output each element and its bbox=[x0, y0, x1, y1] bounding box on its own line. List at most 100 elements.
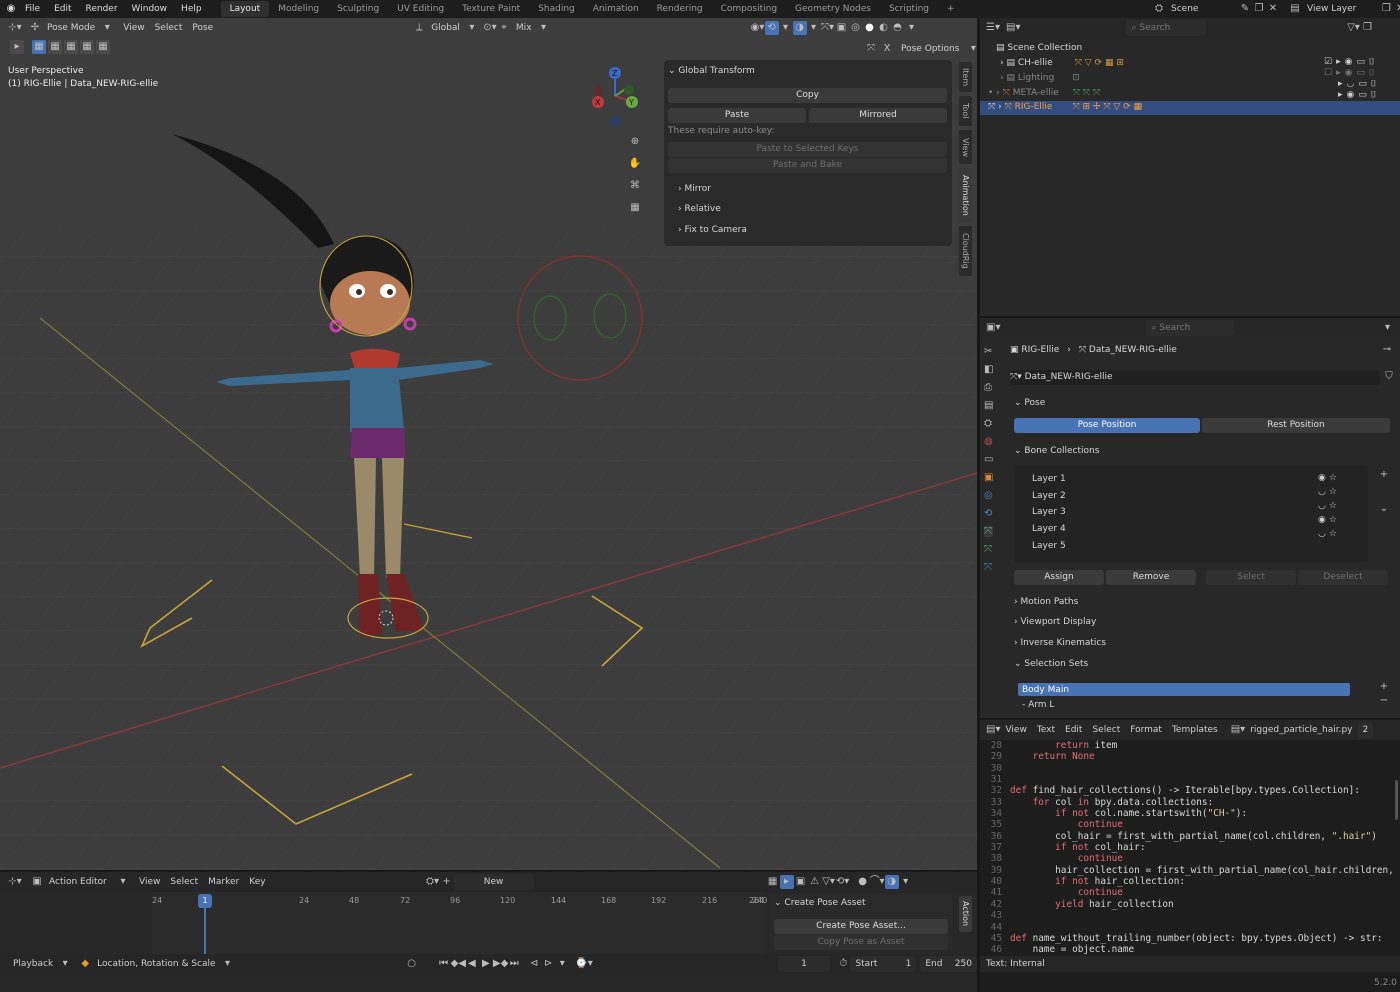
editor-mode-selector[interactable]: Action Editor bbox=[44, 874, 116, 890]
tab-layout[interactable]: Layout bbox=[220, 1, 270, 17]
fix-to-camera-subpanel[interactable]: › Fix to Camera bbox=[678, 225, 747, 235]
snap-target-selector[interactable]: Mix bbox=[511, 20, 537, 36]
chevron-down-icon[interactable]: ▾ bbox=[555, 957, 569, 971]
menu-help[interactable]: Help bbox=[174, 0, 209, 18]
filter-icon[interactable]: ▽▾ bbox=[1346, 21, 1360, 35]
viewport-menu-pose[interactable]: Pose bbox=[187, 20, 218, 36]
next-marker-icon[interactable]: ⊳ bbox=[541, 957, 555, 971]
display-mode-icon[interactable]: ▤▾ bbox=[1006, 21, 1020, 35]
tool-tab-icon[interactable]: ✂ bbox=[984, 346, 993, 357]
text-menu-format[interactable]: Format bbox=[1125, 722, 1167, 738]
new-collection-icon[interactable]: ❐ bbox=[1360, 21, 1374, 35]
view-layer-tab-icon[interactable]: ▤ bbox=[984, 400, 993, 411]
prev-keyframe-icon[interactable]: ◆◀ bbox=[451, 957, 466, 971]
tab-geometry-nodes[interactable]: Geometry Nodes bbox=[786, 1, 880, 17]
transform-orientation-selector[interactable]: Global bbox=[426, 20, 465, 36]
x-axis-mirror-button[interactable]: X bbox=[880, 42, 894, 56]
wireframe-shading-icon[interactable]: ◎ bbox=[849, 21, 863, 35]
data-block-name[interactable]: Data_NEW-RIG-ellie bbox=[1025, 372, 1113, 382]
select-extend-icon[interactable]: ▦ bbox=[48, 40, 62, 54]
timeline-menu-view[interactable]: View bbox=[134, 874, 165, 890]
mirror-toggle-icon[interactable]: ⤧ bbox=[864, 42, 878, 56]
camera-view-icon[interactable]: ⌘ bbox=[628, 179, 642, 193]
select-tool-icon[interactable]: ▸ bbox=[10, 40, 24, 54]
eye-icon[interactable]: ◉ bbox=[1318, 473, 1326, 483]
solid-shading-icon[interactable]: ● bbox=[863, 21, 877, 35]
pose-options-dropdown[interactable]: Pose Options bbox=[896, 41, 964, 57]
ortho-grid-icon[interactable]: ▦ bbox=[628, 201, 642, 215]
constraints-tab-icon[interactable]: ⟲ bbox=[984, 508, 993, 519]
end-frame-field[interactable]: End 250 bbox=[920, 956, 977, 972]
pose-panel-header[interactable]: ⌄ Pose bbox=[1014, 398, 1045, 408]
add-selection-set-icon[interactable]: + bbox=[1377, 680, 1391, 694]
mode-selector[interactable]: Pose Mode bbox=[42, 20, 100, 36]
fake-user-shield-icon[interactable]: ⛉ bbox=[1382, 370, 1396, 384]
code-line[interactable]: 31 bbox=[982, 774, 1398, 785]
new-scene-icon[interactable]: ❐ bbox=[1252, 2, 1266, 16]
scene-tab-icon[interactable]: ⛭ bbox=[984, 418, 993, 429]
play-reverse-icon[interactable]: ◀ bbox=[465, 957, 479, 971]
code-line[interactable]: 32 def find_hair_collections() -> Iterabl… bbox=[982, 785, 1398, 796]
viewport-menu-view[interactable]: View bbox=[118, 20, 149, 36]
star-icon[interactable]: ☆ bbox=[1329, 529, 1337, 539]
monitor-icon[interactable]: ▭ bbox=[1358, 90, 1367, 100]
camera-icon[interactable]: ⌷ bbox=[1369, 68, 1374, 78]
tab-shading[interactable]: Shading bbox=[529, 1, 584, 17]
action-browse-icon[interactable]: ⛭▾ bbox=[426, 875, 440, 889]
select-cursor-icon[interactable]: ▸ bbox=[779, 875, 794, 889]
bone-overlay-icon[interactable]: ⤧▾ bbox=[821, 21, 835, 35]
filter-icon[interactable]: ▽▾ bbox=[822, 875, 836, 889]
text-menu-view[interactable]: View bbox=[1000, 722, 1031, 738]
physics-tab-icon[interactable]: ◎ bbox=[984, 490, 993, 501]
playback-dropdown[interactable]: Playback bbox=[8, 956, 58, 972]
camera-icon[interactable]: ⌷ bbox=[1371, 90, 1376, 100]
tab-item[interactable]: Item bbox=[959, 62, 972, 92]
material-shading-icon[interactable]: ◐ bbox=[877, 21, 891, 35]
text-menu-text[interactable]: Text bbox=[1032, 722, 1060, 738]
code-line[interactable]: 28 return item bbox=[982, 740, 1398, 751]
tab-compositing[interactable]: Compositing bbox=[712, 1, 786, 17]
current-frame-field[interactable]: 1 bbox=[777, 956, 831, 972]
star-icon[interactable]: ☆ bbox=[1329, 501, 1337, 511]
jump-end-icon[interactable]: ⏭ bbox=[507, 957, 521, 971]
select-icon[interactable]: ▸ bbox=[1338, 79, 1343, 89]
collection-tab-icon[interactable]: ▭ bbox=[984, 454, 993, 465]
monitor-icon[interactable]: ▭ bbox=[1358, 79, 1367, 89]
bone-constraint-tab-icon[interactable]: ⤧ bbox=[984, 562, 993, 573]
warning-icon[interactable]: ⚠ bbox=[808, 875, 822, 889]
sync-icon[interactable]: ⟲▾ bbox=[836, 875, 850, 889]
camera-icon[interactable]: ⌷ bbox=[1371, 79, 1376, 89]
selection-set-row-2[interactable]: - Arm L bbox=[1022, 700, 1054, 710]
code-area[interactable]: 28 return item 29 return None 30 31 32 def fi… bbox=[982, 740, 1398, 956]
viewport-menu-select[interactable]: Select bbox=[150, 20, 188, 36]
select-invert-icon[interactable]: ▦ bbox=[80, 40, 94, 54]
code-scrollbar[interactable] bbox=[1395, 780, 1398, 820]
pan-hand-icon[interactable]: ✋ bbox=[628, 157, 642, 171]
select-icon[interactable]: ▸ bbox=[1338, 90, 1343, 100]
playhead[interactable]: 1 bbox=[198, 894, 212, 908]
star-icon[interactable]: ☆ bbox=[1329, 473, 1337, 483]
blender-logo-icon[interactable]: ◉ bbox=[4, 2, 18, 16]
code-line[interactable]: 44 bbox=[982, 922, 1398, 933]
pose-position-button[interactable]: Pose Position bbox=[1014, 418, 1200, 433]
menu-render[interactable]: Render bbox=[79, 0, 125, 18]
timeline-menu-key[interactable]: Key bbox=[244, 874, 270, 890]
monitor-icon[interactable]: ▭ bbox=[1356, 68, 1365, 78]
select-icon[interactable]: ▸ bbox=[1336, 68, 1341, 78]
text-menu-select[interactable]: Select bbox=[1087, 722, 1125, 738]
show-errors-icon[interactable]: ▣ bbox=[794, 875, 808, 889]
tab-animation[interactable]: Animation bbox=[959, 168, 972, 222]
keying-set-dropdown[interactable]: Location, Rotation & Scale bbox=[92, 956, 220, 972]
paste-button[interactable]: Paste bbox=[668, 108, 806, 123]
eye-icon[interactable]: ◉ bbox=[1345, 68, 1353, 78]
tab-rendering[interactable]: Rendering bbox=[648, 1, 712, 17]
star-icon[interactable]: ☆ bbox=[1329, 487, 1337, 497]
tab-view[interactable]: View bbox=[959, 130, 972, 164]
chevron-down-icon[interactable]: ▾ bbox=[966, 42, 977, 56]
editor-type-icon[interactable]: ⊹▾ bbox=[8, 21, 22, 35]
copy-pose-as-asset-button[interactable]: Copy Pose as Asset bbox=[774, 935, 948, 950]
visibility-icon[interactable]: ◉▾ bbox=[751, 21, 765, 35]
overlay-toggle-icon[interactable]: ◑ bbox=[792, 21, 807, 35]
select-intersect-icon[interactable]: ▦ bbox=[96, 40, 110, 54]
code-line[interactable]: 46 name = object.name bbox=[982, 944, 1398, 955]
